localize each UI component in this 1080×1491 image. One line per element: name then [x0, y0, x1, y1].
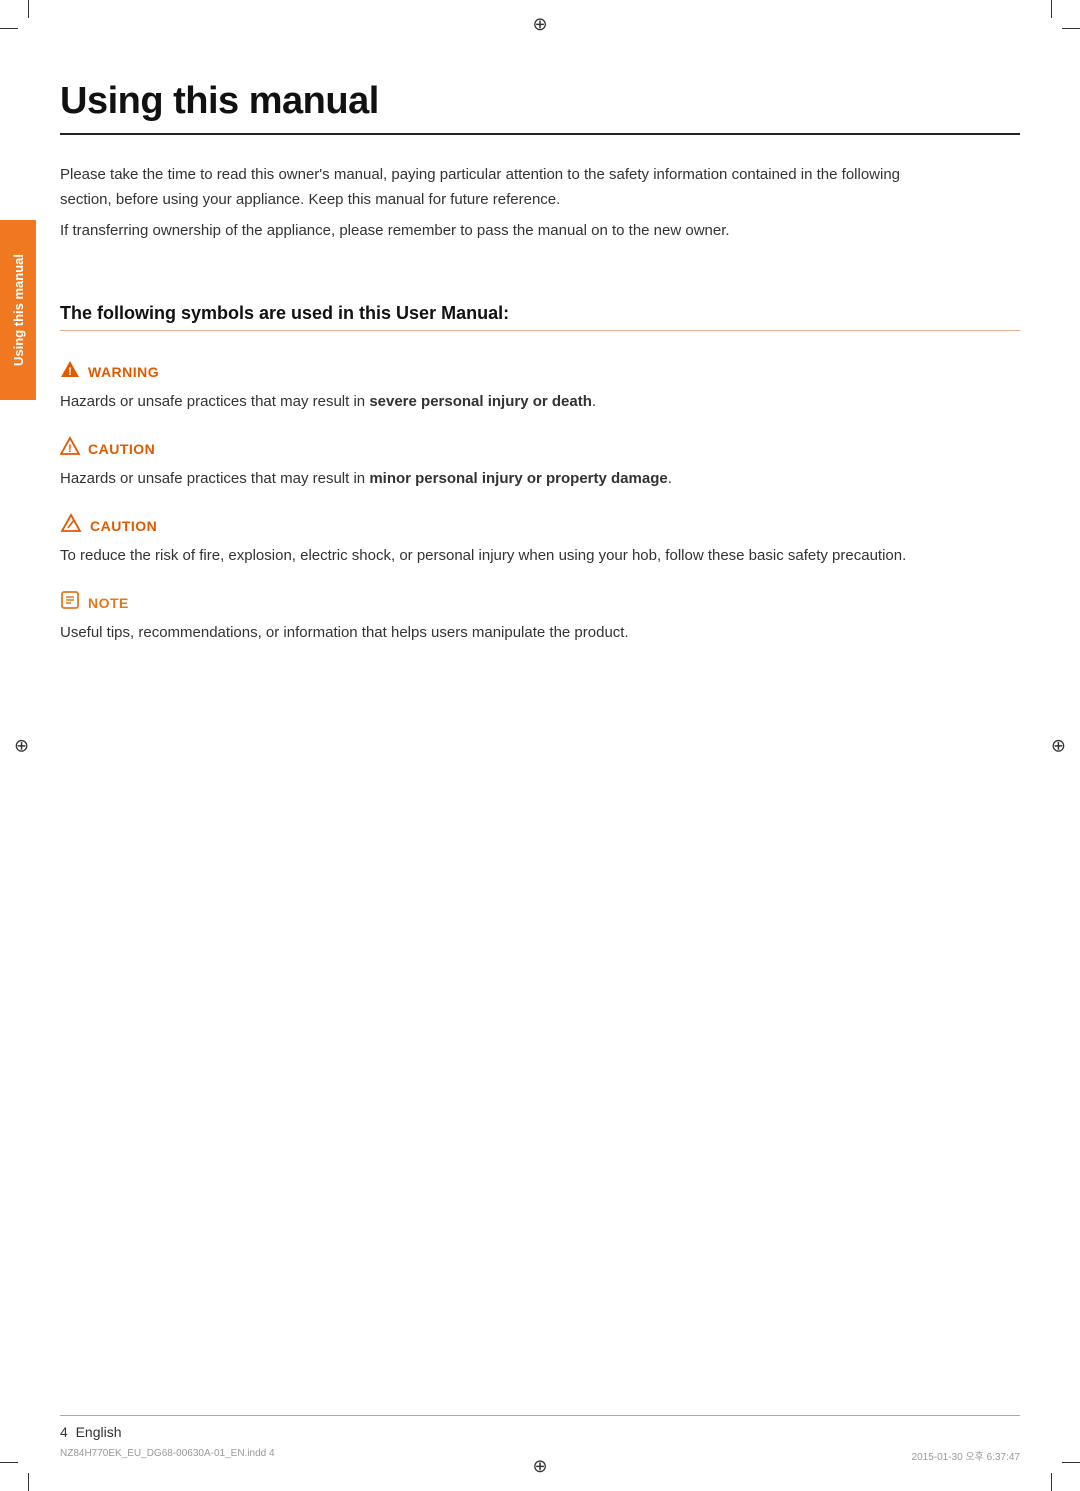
main-content: Using this manual Please take the time t… — [60, 0, 1020, 645]
svg-text:!: ! — [68, 366, 72, 378]
footer-area: 4 English — [60, 1415, 1020, 1441]
intro-paragraph-1: Please take the time to read this owner'… — [60, 163, 940, 213]
caution2-label: CAUTION — [90, 518, 157, 534]
footer-page-number: 4 English — [60, 1424, 122, 1440]
side-tab: Using this manual — [0, 220, 36, 400]
crop-mark-tl-v — [28, 0, 29, 18]
caution2-description: To reduce the risk of fire, explosion, e… — [60, 544, 920, 568]
footer-line — [60, 1415, 1020, 1416]
crop-mark-bl-v — [28, 1473, 29, 1491]
caution1-desc-bold: minor personal injury or property damage — [369, 470, 667, 487]
crop-mark-tr-v — [1051, 0, 1052, 18]
section-heading: The following symbols are used in this U… — [60, 303, 1020, 324]
symbol-entry-note: NOTE Useful tips, recommendations, or in… — [60, 590, 1020, 645]
intro-paragraph-2: If transferring ownership of the applian… — [60, 219, 940, 244]
symbol-header-note: NOTE — [60, 590, 1020, 615]
reg-mark-right-icon: ⊕ — [1051, 735, 1066, 756]
caution1-desc-plain: Hazards or unsafe practices that may res… — [60, 470, 369, 487]
footer-date: 2015-01-30 오후 6:37:47 — [912, 1448, 1020, 1463]
warning-desc-plain: Hazards or unsafe practices that may res… — [60, 393, 369, 410]
caution1-description: Hazards or unsafe practices that may res… — [60, 467, 920, 491]
crop-mark-bl-h — [0, 1462, 18, 1463]
symbol-entry-warning: ! WARNING Hazards or unsafe practices th… — [60, 359, 1020, 414]
symbol-header-warning: ! WARNING — [60, 359, 1020, 384]
warning-desc-end: . — [592, 393, 596, 410]
caution2-icon — [60, 513, 82, 538]
warning-description: Hazards or unsafe practices that may res… — [60, 390, 920, 414]
note-description: Useful tips, recommendations, or informa… — [60, 621, 920, 645]
note-icon — [60, 590, 80, 615]
crop-mark-tl-h — [0, 28, 18, 29]
page-title: Using this manual — [60, 80, 1020, 123]
symbol-entry-caution2: CAUTION To reduce the risk of fire, expl… — [60, 513, 1020, 568]
svg-text:!: ! — [68, 443, 72, 455]
footer-meta-row: NZ84H770EK_EU_DG68-00630A-01_EN.indd 4 2… — [60, 1448, 1020, 1463]
reg-mark-top-icon: ⊕ — [532, 14, 547, 35]
warning-label: WARNING — [88, 364, 159, 380]
symbol-header-caution2: CAUTION — [60, 513, 1020, 538]
caution1-label: CAUTION — [88, 441, 155, 457]
crop-mark-tr-h — [1062, 28, 1080, 29]
crop-mark-br-h — [1062, 1462, 1080, 1463]
caution1-icon: ! — [60, 436, 80, 461]
note-label: NOTE — [88, 595, 129, 611]
warning-desc-bold: severe personal injury or death — [369, 393, 592, 410]
crop-mark-br-v — [1051, 1473, 1052, 1491]
reg-mark-left-icon: ⊕ — [14, 735, 29, 756]
side-tab-label: Using this manual — [11, 254, 26, 366]
warning-icon: ! — [60, 359, 80, 384]
title-underline — [60, 133, 1020, 135]
symbol-entry-caution1: ! CAUTION Hazards or unsafe practices th… — [60, 436, 1020, 491]
symbol-header-caution1: ! CAUTION — [60, 436, 1020, 461]
section-underline — [60, 330, 1020, 331]
caution1-desc-end: . — [668, 470, 672, 487]
footer-filename: NZ84H770EK_EU_DG68-00630A-01_EN.indd 4 — [60, 1448, 275, 1463]
